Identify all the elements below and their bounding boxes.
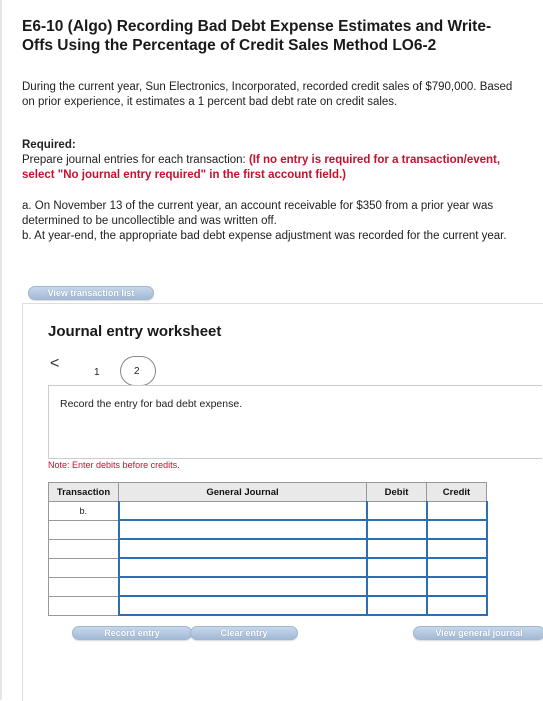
table-row <box>48 538 488 559</box>
table-row: b. <box>48 501 488 521</box>
required-label: Required: <box>22 139 76 151</box>
problem-intro: During the current year, Sun Electronics… <box>22 81 513 108</box>
debit-input[interactable] <box>365 595 428 616</box>
credit-input[interactable] <box>425 595 488 616</box>
table-row <box>48 557 488 578</box>
debit-input[interactable] <box>365 501 428 521</box>
journal-table: Transaction General Journal Debit Credit… <box>48 482 488 616</box>
transaction-cell: b. <box>48 501 119 521</box>
note-text: Note: Enter debits before credits. <box>48 460 180 470</box>
page-2-link[interactable]: 2 <box>134 366 140 377</box>
account-input[interactable] <box>117 557 368 578</box>
account-input[interactable] <box>117 501 368 521</box>
header-debit: Debit <box>366 482 427 502</box>
credit-input[interactable] <box>425 538 488 559</box>
credit-input[interactable] <box>425 557 488 578</box>
table-header-row: Transaction General Journal Debit Credit <box>48 482 487 502</box>
account-input[interactable] <box>117 519 368 540</box>
credit-input[interactable] <box>425 501 488 521</box>
transaction-item-a: a. On November 13 of the current year, a… <box>22 200 494 227</box>
transaction-cell <box>48 576 119 597</box>
account-input[interactable] <box>117 538 368 559</box>
previous-arrow-icon[interactable]: < <box>50 356 59 372</box>
transaction-cell <box>48 519 119 540</box>
transaction-items: a. On November 13 of the current year, a… <box>22 199 522 244</box>
header-credit: Credit <box>426 482 487 502</box>
account-input[interactable] <box>117 595 368 616</box>
credit-input[interactable] <box>425 519 488 540</box>
left-divider <box>0 0 2 700</box>
debit-input[interactable] <box>365 538 428 559</box>
account-input[interactable] <box>117 576 368 597</box>
debit-input[interactable] <box>365 519 428 540</box>
note-label: Note: <box>48 460 70 470</box>
transaction-cell <box>48 595 119 616</box>
worksheet-title: Journal entry worksheet <box>48 323 222 340</box>
clear-entry-button[interactable]: Clear entry <box>190 626 298 640</box>
required-instructions: Prepare journal entries for each transac… <box>22 153 522 183</box>
header-transaction: Transaction <box>48 482 119 502</box>
debit-input[interactable] <box>365 557 428 578</box>
note-body: Enter debits before credits. <box>72 460 180 470</box>
worksheet-instruction: Record the entry for bad debt expense. <box>60 398 243 410</box>
view-general-journal-button[interactable]: View general journal <box>413 626 543 640</box>
page-title: E6-10 (Algo) Recording Bad Debt Expense … <box>22 18 492 54</box>
required-text: Prepare journal entries for each transac… <box>22 154 249 166</box>
table-row <box>48 576 488 597</box>
transaction-item-b: b. At year-end, the appropriate bad debt… <box>22 230 507 242</box>
page-1-link[interactable]: 1 <box>94 367 100 378</box>
transaction-cell <box>48 538 119 559</box>
table-row <box>48 519 488 540</box>
view-transaction-list-button[interactable]: View transaction list <box>28 286 154 300</box>
table-row <box>48 595 488 616</box>
instruction-box <box>48 385 542 459</box>
credit-input[interactable] <box>425 576 488 597</box>
record-entry-button[interactable]: Record entry <box>72 626 192 640</box>
debit-input[interactable] <box>365 576 428 597</box>
transaction-cell <box>48 557 119 578</box>
header-general-journal: General Journal <box>118 482 367 502</box>
